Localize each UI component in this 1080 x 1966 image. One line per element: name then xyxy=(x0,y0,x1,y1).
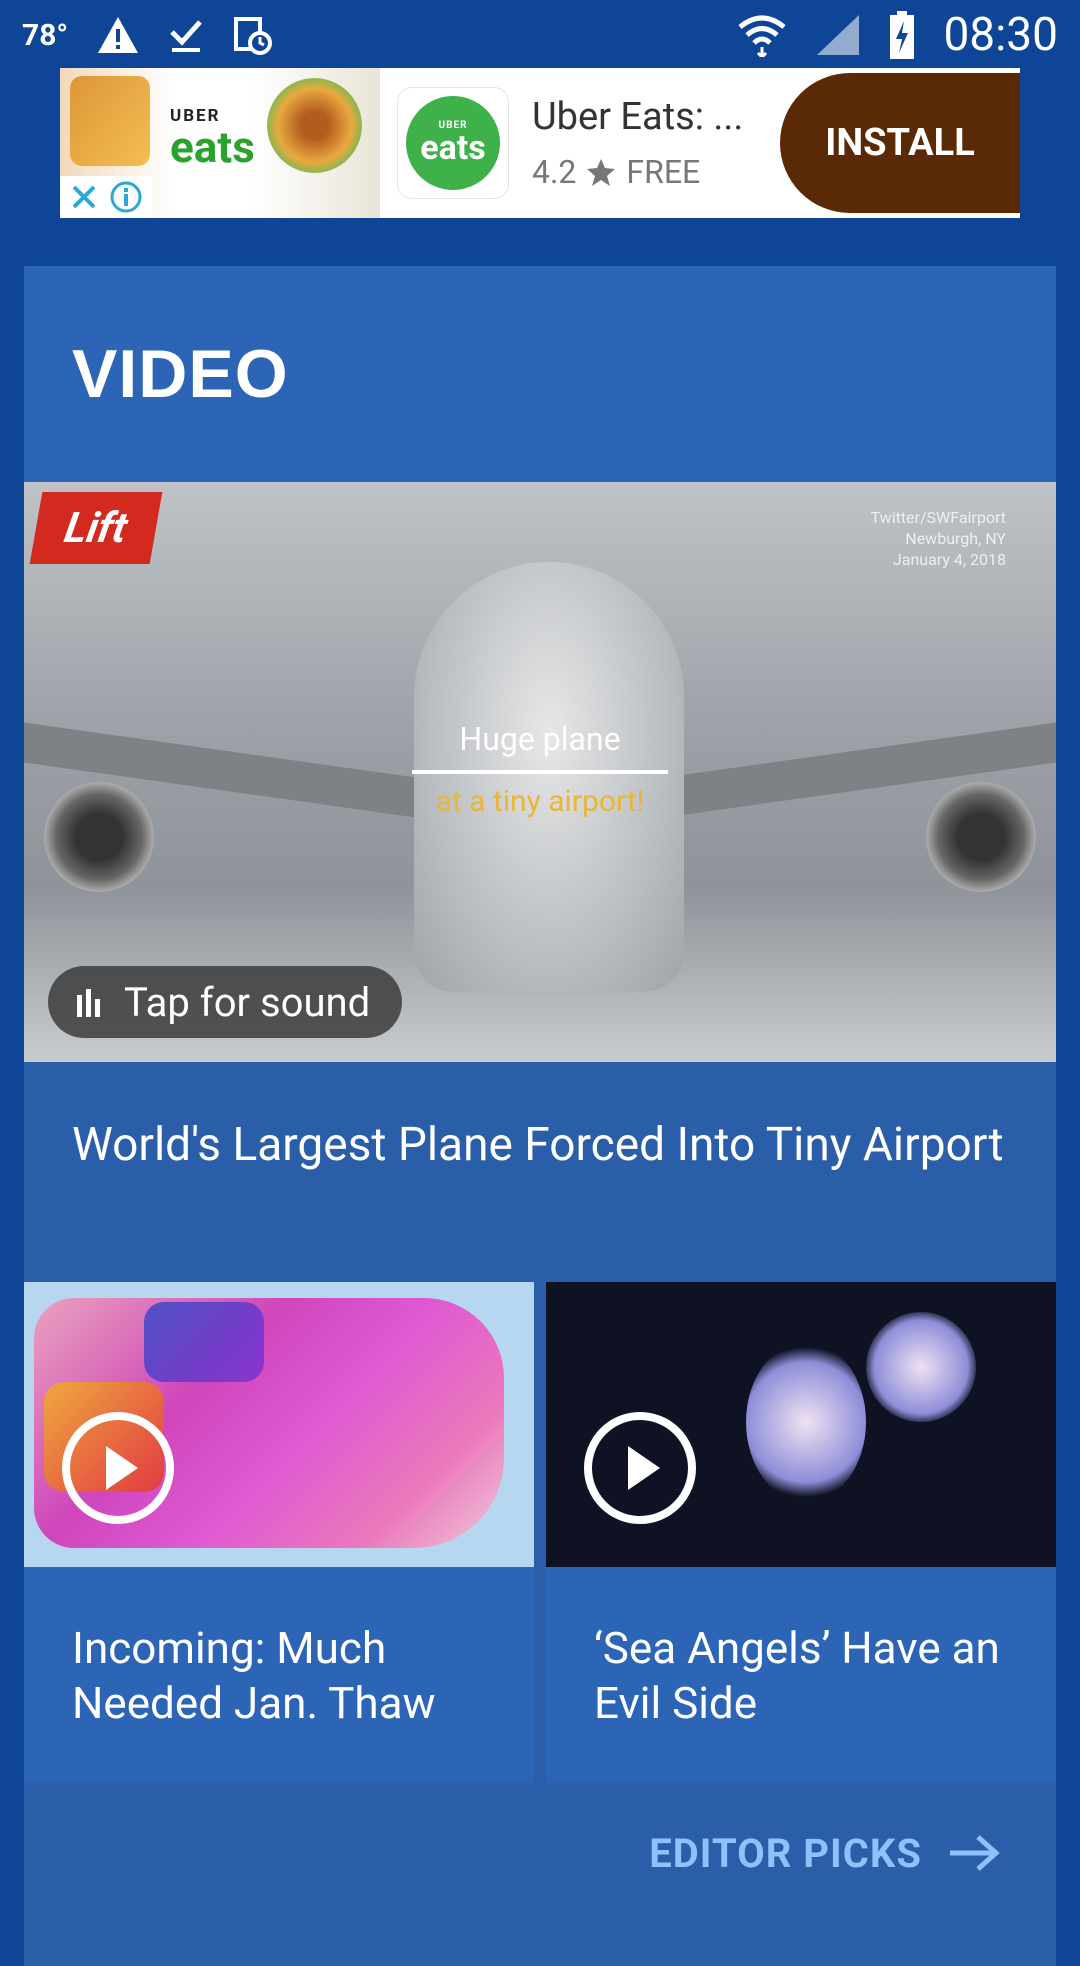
editor-picks-label: EDITOR PICKS xyxy=(649,1829,922,1877)
card-footer: EDITOR PICKS xyxy=(24,1783,1056,1923)
credit-line: January 4, 2018 xyxy=(892,549,1006,569)
sea-angel-shape xyxy=(746,1342,866,1502)
credit-line: Newburgh, NY xyxy=(905,528,1006,548)
ad-controls xyxy=(60,176,152,218)
star-icon xyxy=(587,159,616,186)
ad-title: Uber Eats: ... xyxy=(532,95,744,139)
status-left: 78° xyxy=(22,15,273,55)
editor-picks-link[interactable]: EDITOR PICKS xyxy=(649,1830,1000,1877)
video-overlay-line2: at a tiny airport! xyxy=(435,784,645,819)
map-thumbnail[interactable] xyxy=(24,1282,534,1567)
map-cold-region xyxy=(144,1302,264,1382)
video-tile[interactable]: Incoming: Much Needed Jan. Thaw xyxy=(24,1282,534,1783)
video-credit: Twitter/SWFairport Newburgh, NY January … xyxy=(871,508,1006,570)
signal-icon xyxy=(817,15,860,55)
ad-info[interactable]: Uber Eats: ... 4.2 FREE xyxy=(532,95,780,191)
status-right: 08:30 xyxy=(737,8,1058,62)
hero-video[interactable]: Lift Twitter/SWFairport Newburgh, NY Jan… xyxy=(24,482,1056,1062)
battery-charging-icon xyxy=(890,11,915,59)
play-icon[interactable] xyxy=(584,1412,696,1524)
sea-angel-shape xyxy=(866,1312,976,1422)
arrow-right-icon xyxy=(950,1835,1000,1871)
install-button[interactable]: INSTALL xyxy=(780,73,1020,213)
ad-rating: 4.2 xyxy=(532,153,577,191)
play-icon[interactable] xyxy=(62,1412,174,1524)
app-icon[interactable]: UBER eats xyxy=(398,88,508,198)
burger-image xyxy=(267,78,362,173)
fries-image xyxy=(70,76,150,166)
ad-meta: 4.2 FREE xyxy=(532,153,780,191)
tap-for-sound-label: Tap for sound xyxy=(124,978,371,1026)
credit-line: Twitter/SWFairport xyxy=(870,508,1006,527)
download-done-icon xyxy=(170,20,202,52)
hero-headline[interactable]: World's Largest Plane Forced Into Tiny A… xyxy=(24,1062,1056,1282)
clock: 08:30 xyxy=(943,8,1058,62)
ad-price: FREE xyxy=(626,153,701,191)
tap-for-sound-button[interactable]: Tap for sound xyxy=(48,966,403,1038)
video-logo: Lift xyxy=(29,492,163,564)
sound-bars-icon xyxy=(77,989,100,1017)
video-card: VIDEO Lift Twitter/SWFairport Newburgh, … xyxy=(24,266,1056,1966)
video-tile[interactable]: ‘Sea Angels’ Have an Evil Side xyxy=(546,1282,1056,1783)
close-icon[interactable] xyxy=(69,182,99,212)
ad-brand-large: eats xyxy=(170,121,255,173)
wifi-icon xyxy=(738,15,787,57)
video-tiles: Incoming: Much Needed Jan. Thaw ‘Sea Ang… xyxy=(24,1282,1056,1783)
temperature-readout: 78° xyxy=(22,17,69,53)
sea-angel-thumbnail[interactable] xyxy=(546,1282,1056,1567)
schedule-icon xyxy=(234,17,273,55)
tile-title[interactable]: ‘Sea Angels’ Have an Evil Side xyxy=(546,1567,1056,1783)
info-icon[interactable] xyxy=(109,180,143,214)
section-header: VIDEO xyxy=(24,266,1056,482)
ad-brand: UBER eats xyxy=(170,108,255,173)
status-bar: 78° 08:30 xyxy=(0,0,1080,70)
video-overlay-divider xyxy=(412,770,668,774)
app-icon-large-text: eats xyxy=(420,128,486,168)
warning-icon xyxy=(98,17,139,53)
section-title: VIDEO xyxy=(72,336,289,412)
app-icon-badge: UBER eats xyxy=(406,96,500,190)
video-overlay-line1: Huge plane xyxy=(459,720,621,758)
plane-body xyxy=(414,562,684,992)
tile-title[interactable]: Incoming: Much Needed Jan. Thaw xyxy=(24,1567,534,1783)
ad-image[interactable]: UBER eats xyxy=(60,68,380,218)
ad-banner[interactable]: UBER eats UBER eats Uber Eats: ... 4.2 F… xyxy=(60,68,1020,218)
